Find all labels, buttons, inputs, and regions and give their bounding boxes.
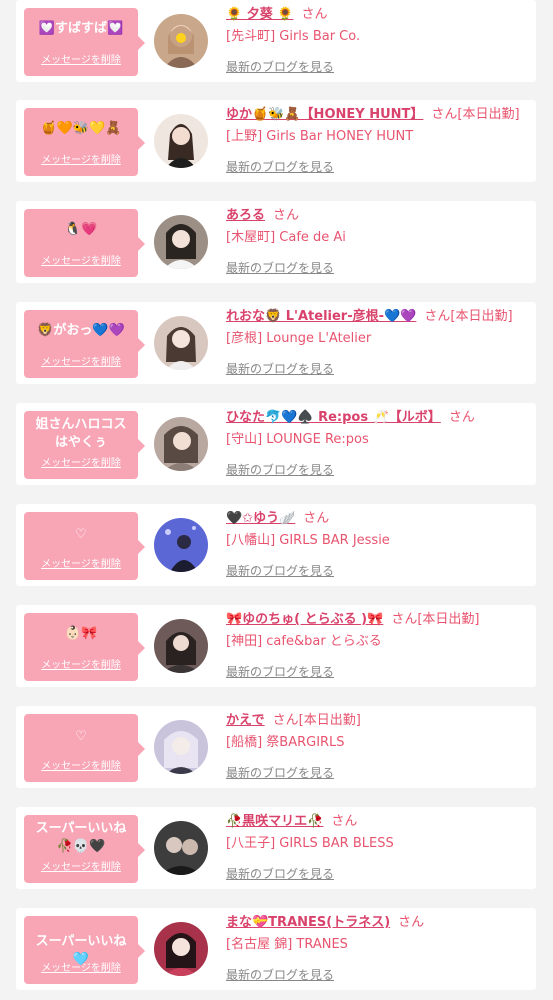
shop-info: [木屋町] Cafe de Ai bbox=[226, 230, 346, 245]
cast-name-link[interactable]: れおな🦁 L'Atelier-彦根-💙💜 bbox=[226, 309, 416, 324]
honorific: さん bbox=[301, 7, 328, 22]
avatar[interactable] bbox=[154, 114, 208, 168]
message-text: スーパーいいね🥀💀🖤 bbox=[35, 821, 127, 854]
shop-info: [上野] Girls Bar HONEY HUNT bbox=[226, 129, 414, 144]
honorific: さん bbox=[431, 107, 458, 122]
list-item: スーパーいいね🥀💀🖤 メッセージを削除 🥀黒咲マリエ🥀 さん [八王子] GIRL… bbox=[16, 807, 536, 889]
honorific: さん bbox=[424, 309, 451, 324]
avatar[interactable] bbox=[154, 922, 208, 976]
cast-name-link[interactable]: まな💝TRANES(トラネス) bbox=[226, 915, 390, 930]
attendance-tag: [本日出勤] bbox=[417, 612, 480, 627]
avatar[interactable] bbox=[154, 720, 208, 774]
list-item: 👶🏻🎀 メッセージを削除 🎀ゆのちゅ( とらぶる )🎀 さん[本日出勤] [神田]… bbox=[16, 605, 536, 687]
list-item: 💟すばすば💟 メッセージを削除 🌻 夕葵 🌻 さん [先斗町] Girls Bar… bbox=[16, 0, 536, 82]
list-item: 姐さんハロコスはやくぅ メッセージを削除 ひなた🐬💙♠️ Re:pos 🥂【ルボ… bbox=[16, 403, 536, 485]
message-bubble: スーパーいいね🩵 メッセージを削除 bbox=[24, 916, 145, 984]
avatar[interactable] bbox=[154, 821, 208, 875]
list-item: 🦁がおっ💙💜 メッセージを削除 れおな🦁 L'Atelier-彦根-💙💜 さん[本… bbox=[16, 302, 536, 384]
delete-message-link[interactable]: メッセージを削除 bbox=[24, 51, 138, 66]
latest-blog-link[interactable]: 最新のブログを見る bbox=[226, 663, 334, 680]
attendance-tag: [本日出勤] bbox=[457, 107, 520, 122]
latest-blog-link[interactable]: 最新のブログを見る bbox=[226, 58, 334, 75]
delete-message-link[interactable]: メッセージを削除 bbox=[24, 454, 138, 469]
message-bubble: ♡ メッセージを削除 bbox=[24, 512, 145, 580]
list-item: 🍯🧡🐝💛🧸 メッセージを削除 ゆか🍯🐝🧸【HONEY HUNT】 さん[本日出勤]… bbox=[16, 100, 536, 182]
delete-message-link[interactable]: メッセージを削除 bbox=[24, 858, 138, 873]
message-text: 🐧💗 bbox=[64, 222, 98, 237]
cast-name-link[interactable]: ひなた🐬💙♠️ Re:pos 🥂【ルボ】 bbox=[226, 410, 441, 425]
honorific: さん bbox=[303, 511, 330, 526]
delete-message-link[interactable]: メッセージを削除 bbox=[24, 151, 138, 166]
message-text: ♡ bbox=[75, 729, 87, 744]
avatar[interactable] bbox=[154, 316, 208, 370]
attendance-tag: [本日出勤] bbox=[450, 309, 513, 324]
shop-info: [守山] LOUNGE Re:pos bbox=[226, 432, 369, 447]
latest-blog-link[interactable]: 最新のブログを見る bbox=[226, 966, 334, 983]
attendance-tag: [本日出勤] bbox=[298, 713, 361, 728]
latest-blog-link[interactable]: 最新のブログを見る bbox=[226, 764, 334, 781]
honorific: さん bbox=[391, 612, 418, 627]
latest-blog-link[interactable]: 最新のブログを見る bbox=[226, 461, 334, 478]
honorific: さん bbox=[448, 410, 475, 425]
message-text: 👶🏻🎀 bbox=[64, 626, 98, 641]
cast-name-link[interactable]: かえで bbox=[226, 713, 265, 728]
delete-message-link[interactable]: メッセージを削除 bbox=[24, 656, 138, 671]
honorific: さん bbox=[272, 713, 299, 728]
list-item: スーパーいいね🩵 メッセージを削除 まな💝TRANES(トラネス) さん [名古屋… bbox=[16, 908, 536, 990]
message-bubble: 🐧💗 メッセージを削除 bbox=[24, 209, 145, 277]
latest-blog-link[interactable]: 最新のブログを見る bbox=[226, 259, 334, 276]
latest-blog-link[interactable]: 最新のブログを見る bbox=[226, 158, 334, 175]
message-bubble: 💟すばすば💟 メッセージを削除 bbox=[24, 8, 145, 76]
shop-info: [先斗町] Girls Bar Co. bbox=[226, 29, 361, 44]
shop-info: [八王子] GIRLS BAR BLESS bbox=[226, 836, 394, 851]
message-text: 🍯🧡🐝💛🧸 bbox=[40, 121, 122, 136]
avatar[interactable] bbox=[154, 417, 208, 471]
shop-info: [船橋] 祭BARGIRLS bbox=[226, 735, 345, 750]
list-item: ♡ メッセージを削除 🖤✩ゆう🪽 さん [八幡山] GIRLS BAR Jessi… bbox=[16, 504, 536, 586]
honorific: さん bbox=[273, 208, 300, 223]
delete-message-link[interactable]: メッセージを削除 bbox=[24, 757, 138, 772]
list-item: 🐧💗 メッセージを削除 あろる さん [木屋町] Cafe de Ai 最新のブロ… bbox=[16, 201, 536, 283]
cast-name-link[interactable]: ゆか🍯🐝🧸【HONEY HUNT】 bbox=[226, 107, 423, 122]
cast-name-link[interactable]: 🥀黒咲マリエ🥀 bbox=[226, 814, 323, 829]
message-bubble: 🍯🧡🐝💛🧸 メッセージを削除 bbox=[24, 108, 145, 176]
latest-blog-link[interactable]: 最新のブログを見る bbox=[226, 865, 334, 882]
shop-info: [神田] cafe&bar とらぶる bbox=[226, 634, 382, 649]
avatar[interactable] bbox=[154, 215, 208, 269]
message-text: 姐さんハロコスはやくぅ bbox=[35, 417, 127, 450]
avatar[interactable] bbox=[154, 14, 208, 68]
message-bubble: スーパーいいね🥀💀🖤 メッセージを削除 bbox=[24, 815, 145, 883]
message-bubble: ♡ メッセージを削除 bbox=[24, 714, 145, 782]
message-text: ♡ bbox=[75, 527, 87, 542]
cast-name-link[interactable]: あろる bbox=[226, 208, 265, 223]
shop-info: [八幡山] GIRLS BAR Jessie bbox=[226, 533, 390, 548]
avatar[interactable] bbox=[154, 518, 208, 572]
message-text: 💟すばすば💟 bbox=[38, 21, 124, 36]
avatar[interactable] bbox=[154, 619, 208, 673]
message-bubble: 姐さんハロコスはやくぅ メッセージを削除 bbox=[24, 411, 145, 479]
delete-message-link[interactable]: メッセージを削除 bbox=[24, 555, 138, 570]
cast-name-link[interactable]: 🖤✩ゆう🪽 bbox=[226, 511, 295, 526]
honorific: さん bbox=[331, 814, 358, 829]
shop-info: [彦根] Lounge L'Atelier bbox=[226, 331, 372, 346]
message-bubble: 👶🏻🎀 メッセージを削除 bbox=[24, 613, 145, 681]
latest-blog-link[interactable]: 最新のブログを見る bbox=[226, 360, 334, 377]
latest-blog-link[interactable]: 最新のブログを見る bbox=[226, 562, 334, 579]
shop-info: [名古屋 錦] TRANES bbox=[226, 937, 348, 952]
message-list: 💟すばすば💟 メッセージを削除 🌻 夕葵 🌻 さん [先斗町] Girls Bar… bbox=[0, 0, 553, 1000]
delete-message-link[interactable]: メッセージを削除 bbox=[24, 353, 138, 368]
cast-name-link[interactable]: 🎀ゆのちゅ( とらぶる )🎀 bbox=[226, 612, 383, 627]
delete-message-link[interactable]: メッセージを削除 bbox=[24, 959, 138, 974]
message-bubble: 🦁がおっ💙💜 メッセージを削除 bbox=[24, 310, 145, 378]
message-text: 🦁がおっ💙💜 bbox=[37, 323, 125, 338]
delete-message-link[interactable]: メッセージを削除 bbox=[24, 252, 138, 267]
list-item: ♡ メッセージを削除 かえで さん[本日出勤] [船橋] 祭BARGIRLS 最新… bbox=[16, 706, 536, 788]
cast-name-link[interactable]: 🌻 夕葵 🌻 bbox=[226, 7, 293, 22]
honorific: さん bbox=[398, 915, 425, 930]
